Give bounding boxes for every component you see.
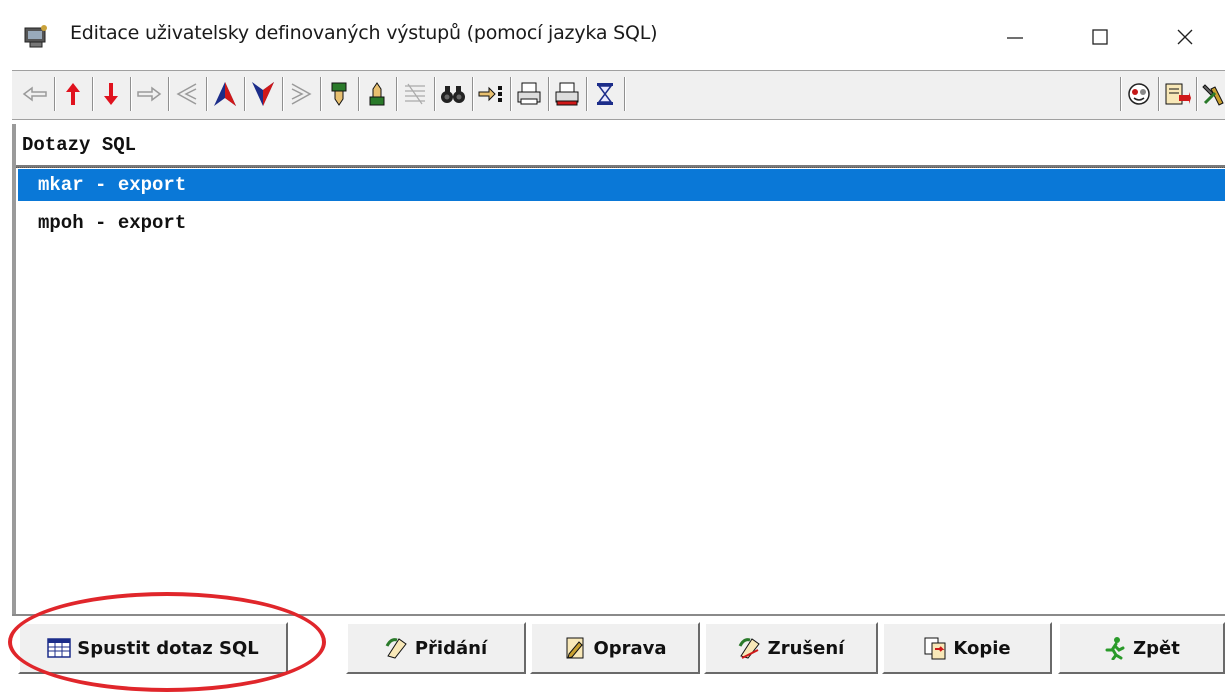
app-icon <box>22 22 50 50</box>
arrow-left-outline-icon[interactable] <box>20 77 50 111</box>
title-bar: Editace uživatelsky definovaných výstupů… <box>0 0 1225 70</box>
header-divider <box>16 165 1225 168</box>
arrow-down-red-icon[interactable] <box>96 77 126 111</box>
copy-button[interactable]: Kopie <box>882 622 1052 674</box>
list-header: Dotazy SQL <box>22 134 137 156</box>
hourglass-icon[interactable] <box>590 77 620 111</box>
filter-disabled-icon[interactable] <box>400 77 430 111</box>
arrow-first-outline-icon[interactable] <box>172 77 202 111</box>
arrow-bottom-blue-icon[interactable] <box>248 77 278 111</box>
maximize-button[interactable] <box>1070 14 1130 60</box>
edit-button-label: Oprava <box>593 637 667 659</box>
running-man-icon <box>1103 636 1127 661</box>
back-button-label: Zpět <box>1133 637 1180 659</box>
copy-button-label: Kopie <box>953 637 1011 659</box>
list-item[interactable]: mkar - export <box>18 169 1225 201</box>
copy-icon <box>923 636 947 660</box>
arrow-right-outline-icon[interactable] <box>134 77 164 111</box>
add-button[interactable]: Přidání <box>346 622 526 674</box>
close-button[interactable] <box>1155 14 1215 60</box>
arrow-up-red-icon[interactable] <box>58 77 88 111</box>
add-icon <box>385 636 409 660</box>
settings-tools-icon[interactable] <box>1200 77 1225 111</box>
back-button[interactable]: Zpět <box>1058 622 1225 674</box>
delete-button[interactable]: Zrušení <box>704 622 878 674</box>
add-button-label: Přidání <box>414 637 488 659</box>
delete-icon <box>738 636 762 660</box>
export-icon[interactable] <box>1162 77 1192 111</box>
list-item-label: mpoh - export <box>38 212 187 234</box>
pointer-down-icon[interactable] <box>324 77 354 111</box>
printer-red-icon[interactable] <box>552 77 582 111</box>
delete-button-label: Zrušení <box>767 637 845 659</box>
printer-icon[interactable] <box>514 77 544 111</box>
minimize-button[interactable] <box>985 14 1045 60</box>
highlight-annotation <box>8 592 326 692</box>
pointer-up-icon[interactable] <box>362 77 392 111</box>
binoculars-icon[interactable] <box>438 77 468 111</box>
arrow-last-outline-icon[interactable] <box>286 77 316 111</box>
list-item-label: mkar - export <box>38 174 187 196</box>
pointer-list-icon[interactable] <box>476 77 506 111</box>
edit-icon <box>563 636 587 660</box>
help-face-icon[interactable] <box>1124 77 1154 111</box>
list-item[interactable]: mpoh - export <box>18 207 1225 239</box>
edit-button[interactable]: Oprava <box>530 622 700 674</box>
arrow-top-blue-icon[interactable] <box>210 77 240 111</box>
toolbar <box>12 70 1225 120</box>
window-title: Editace uživatelsky definovaných výstupů… <box>70 22 658 44</box>
